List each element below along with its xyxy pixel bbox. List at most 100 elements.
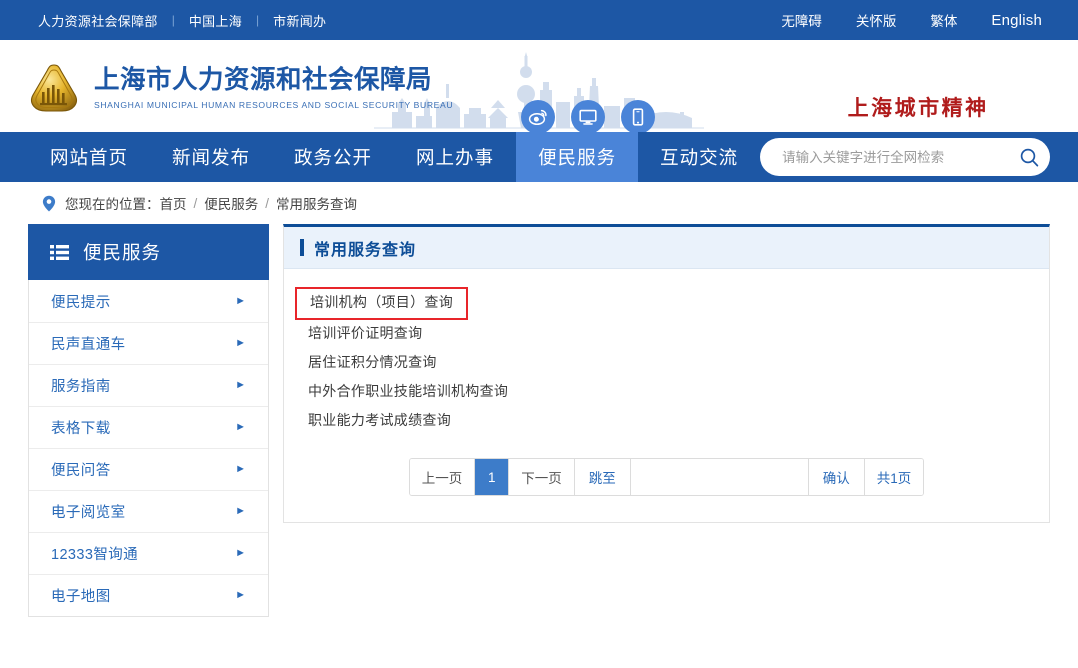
desktop-icon[interactable]: [571, 100, 605, 132]
breadcrumb-separator: /: [265, 195, 270, 211]
sidebar-item-label[interactable]: 便民提示: [51, 291, 111, 312]
english-link[interactable]: English: [991, 12, 1042, 29]
sidebar-item-label[interactable]: 服务指南: [51, 375, 111, 396]
list-item[interactable]: 中外合作职业技能培训机构查询: [308, 376, 1025, 405]
chevron-right-icon: ►: [235, 294, 246, 307]
list-item[interactable]: 培训机构（项目）查询: [295, 287, 1025, 320]
chevron-right-icon: ►: [235, 589, 246, 601]
page-content: 便民服务 便民提示 ► 民声直通车 ► 服务指南 ► 表格下载 ► 便民问答 ►: [0, 224, 1078, 617]
pagination-jump-label[interactable]: 跳至: [574, 459, 631, 495]
main-navigation: 网站首页 新闻发布 政务公开 网上办事 便民服务 互动交流: [0, 132, 1078, 182]
sidebar-item-list: 便民提示 ► 民声直通车 ► 服务指南 ► 表格下载 ► 便民问答 ► 电子阅览…: [28, 280, 269, 617]
nav-item-news[interactable]: 新闻发布: [150, 132, 272, 182]
top-partner-links: 人力资源社会保障部 | 中国上海 | 市新闻办: [38, 11, 326, 30]
list-item[interactable]: 培训评价证明查询: [308, 318, 1025, 347]
search-icon: [1020, 148, 1038, 166]
service-link-training-evaluation-certificate[interactable]: 培训评价证明查询: [308, 323, 422, 343]
mobile-icon[interactable]: [621, 100, 655, 132]
pagination-wrapper: 上一页 1 下一页 跳至 确认 共1页: [308, 434, 1025, 522]
breadcrumb-item-home[interactable]: 首页: [160, 193, 187, 213]
nav-item-government-affairs[interactable]: 政务公开: [272, 132, 394, 182]
nav-item-online-services[interactable]: 网上办事: [394, 132, 516, 182]
sidebar-item-voice-express[interactable]: 民声直通车 ►: [29, 322, 268, 364]
traditional-chinese-link[interactable]: 繁体: [930, 10, 957, 30]
sidebar-item-e-reading-room[interactable]: 电子阅览室 ►: [29, 490, 268, 532]
nav-item-home[interactable]: 网站首页: [28, 132, 150, 182]
sidebar-item-label[interactable]: 民声直通车: [51, 333, 126, 354]
service-query-panel: 常用服务查询 培训机构（项目）查询 培训评价证明查询 居住证积分情况查询 中外合…: [283, 224, 1050, 523]
sidebar-item-label[interactable]: 表格下载: [51, 417, 111, 438]
sidebar-item-label[interactable]: 12333智询通: [51, 543, 138, 564]
breadcrumb-prefix: 您现在的位置：: [65, 197, 160, 212]
sidebar-item-label[interactable]: 电子地图: [51, 585, 111, 606]
service-link-training-institution[interactable]: 培训机构（项目）查询: [310, 294, 453, 310]
sidebar-item-label[interactable]: 电子阅览室: [51, 501, 126, 522]
site-search: [760, 138, 1050, 176]
breadcrumb-item-current: 常用服务查询: [276, 197, 358, 212]
top-link-mohrss[interactable]: 人力资源社会保障部: [38, 11, 158, 30]
sidebar-item-12333-advisor[interactable]: 12333智询通 ►: [29, 532, 268, 574]
sidebar: 便民服务 便民提示 ► 民声直通车 ► 服务指南 ► 表格下载 ► 便民问答 ►: [28, 224, 269, 617]
top-link-press-office[interactable]: 市新闻办: [273, 11, 326, 30]
panel-accent-bar: [300, 239, 304, 256]
panel-header: 常用服务查询: [284, 227, 1049, 269]
chevron-right-icon: ►: [235, 505, 246, 517]
chevron-right-icon: ►: [235, 547, 246, 559]
bureau-emblem-icon: [30, 64, 78, 112]
highlight-box: 培训机构（项目）查询: [295, 287, 468, 320]
service-link-list: 培训机构（项目）查询 培训评价证明查询 居住证积分情况查询 中外合作职业技能培训…: [295, 287, 1025, 434]
header-channel-icons: [521, 100, 655, 132]
sidebar-item-tips[interactable]: 便民提示 ►: [29, 280, 268, 322]
sidebar-item-label[interactable]: 便民问答: [51, 459, 111, 480]
nav-item-convenience-services[interactable]: 便民服务: [516, 132, 639, 182]
weibo-icon[interactable]: [521, 100, 555, 132]
city-spirit-words: 海纳百川 追求卓越 开明睿智 大气谦和: [788, 131, 1048, 132]
service-link-sino-foreign-training-institution[interactable]: 中外合作职业技能培训机构查询: [308, 381, 508, 401]
pagination-total-pages: 共1页: [864, 459, 924, 495]
location-pin-icon: [42, 195, 56, 212]
chevron-right-icon: ►: [235, 463, 246, 475]
list-item[interactable]: 居住证积分情况查询: [308, 347, 1025, 376]
chevron-right-icon: ►: [235, 337, 246, 349]
care-version-link[interactable]: 关怀版: [856, 10, 897, 30]
sidebar-header: 便民服务: [28, 224, 269, 280]
breadcrumb-separator: /: [193, 195, 198, 211]
pagination-jump-input[interactable]: [630, 459, 808, 495]
service-link-residence-permit-points[interactable]: 居住证积分情况查询: [308, 352, 437, 372]
top-tool-links: 无障碍 关怀版 繁体 English: [781, 10, 1042, 30]
site-header: 上海市人力资源和社会保障局 SHANGHAI MUNICIPAL HUMAN R…: [0, 40, 1078, 132]
sidebar-item-form-download[interactable]: 表格下载 ►: [29, 406, 268, 448]
nav-item-interaction[interactable]: 互动交流: [638, 132, 760, 182]
page-title: 常用服务查询: [314, 241, 417, 259]
sidebar-title: 便民服务: [83, 242, 162, 263]
service-link-vocational-exam-results[interactable]: 职业能力考试成绩查询: [308, 410, 451, 430]
search-input[interactable]: [782, 149, 1014, 165]
pagination-next-button[interactable]: 下一页: [509, 459, 575, 495]
list-menu-icon: [50, 244, 69, 260]
sidebar-item-service-guide[interactable]: 服务指南 ►: [29, 364, 268, 406]
list-item[interactable]: 职业能力考试成绩查询: [308, 405, 1025, 434]
site-logo[interactable]: 上海市人力资源和社会保障局 SHANGHAI MUNICIPAL HUMAN R…: [28, 62, 453, 114]
city-spirit-block: 上海城市精神 海纳百川 追求卓越 开明睿智 大气谦和: [788, 92, 1048, 132]
pagination-jump-field-cell: [630, 459, 809, 495]
top-link-separator: |: [256, 13, 260, 27]
pagination-prev-button[interactable]: 上一页: [409, 459, 476, 495]
top-link-china-shanghai[interactable]: 中国上海: [189, 11, 242, 30]
nav-item-list: 网站首页 新闻发布 政务公开 网上办事 便民服务 互动交流: [28, 132, 760, 182]
sidebar-item-e-map[interactable]: 电子地图 ►: [29, 574, 268, 616]
panel-body: 培训机构（项目）查询 培训评价证明查询 居住证积分情况查询 中外合作职业技能培训…: [284, 269, 1049, 522]
pagination-page-1[interactable]: 1: [475, 459, 510, 495]
site-name-en: SHANGHAI MUNICIPAL HUMAN RESOURCES AND S…: [94, 100, 454, 111]
chevron-right-icon: ►: [235, 421, 246, 433]
search-button[interactable]: [1014, 142, 1044, 172]
pagination: 上一页 1 下一页 跳至 确认 共1页: [408, 458, 925, 496]
breadcrumb-item-convenience-services[interactable]: 便民服务: [204, 193, 258, 213]
accessibility-link[interactable]: 无障碍: [781, 10, 822, 30]
top-link-separator: |: [171, 13, 175, 27]
site-name-cn: 上海市人力资源和社会保障局: [94, 64, 433, 95]
sidebar-item-faq[interactable]: 便民问答 ►: [29, 448, 268, 490]
breadcrumb: 您现在的位置： 首页 / 便民服务 / 常用服务查询: [0, 182, 1078, 224]
top-utility-bar: 人力资源社会保障部 | 中国上海 | 市新闻办 无障碍 关怀版 繁体 Engli…: [0, 0, 1078, 40]
pagination-confirm-button[interactable]: 确认: [808, 459, 865, 495]
chevron-right-icon: ►: [235, 379, 246, 391]
